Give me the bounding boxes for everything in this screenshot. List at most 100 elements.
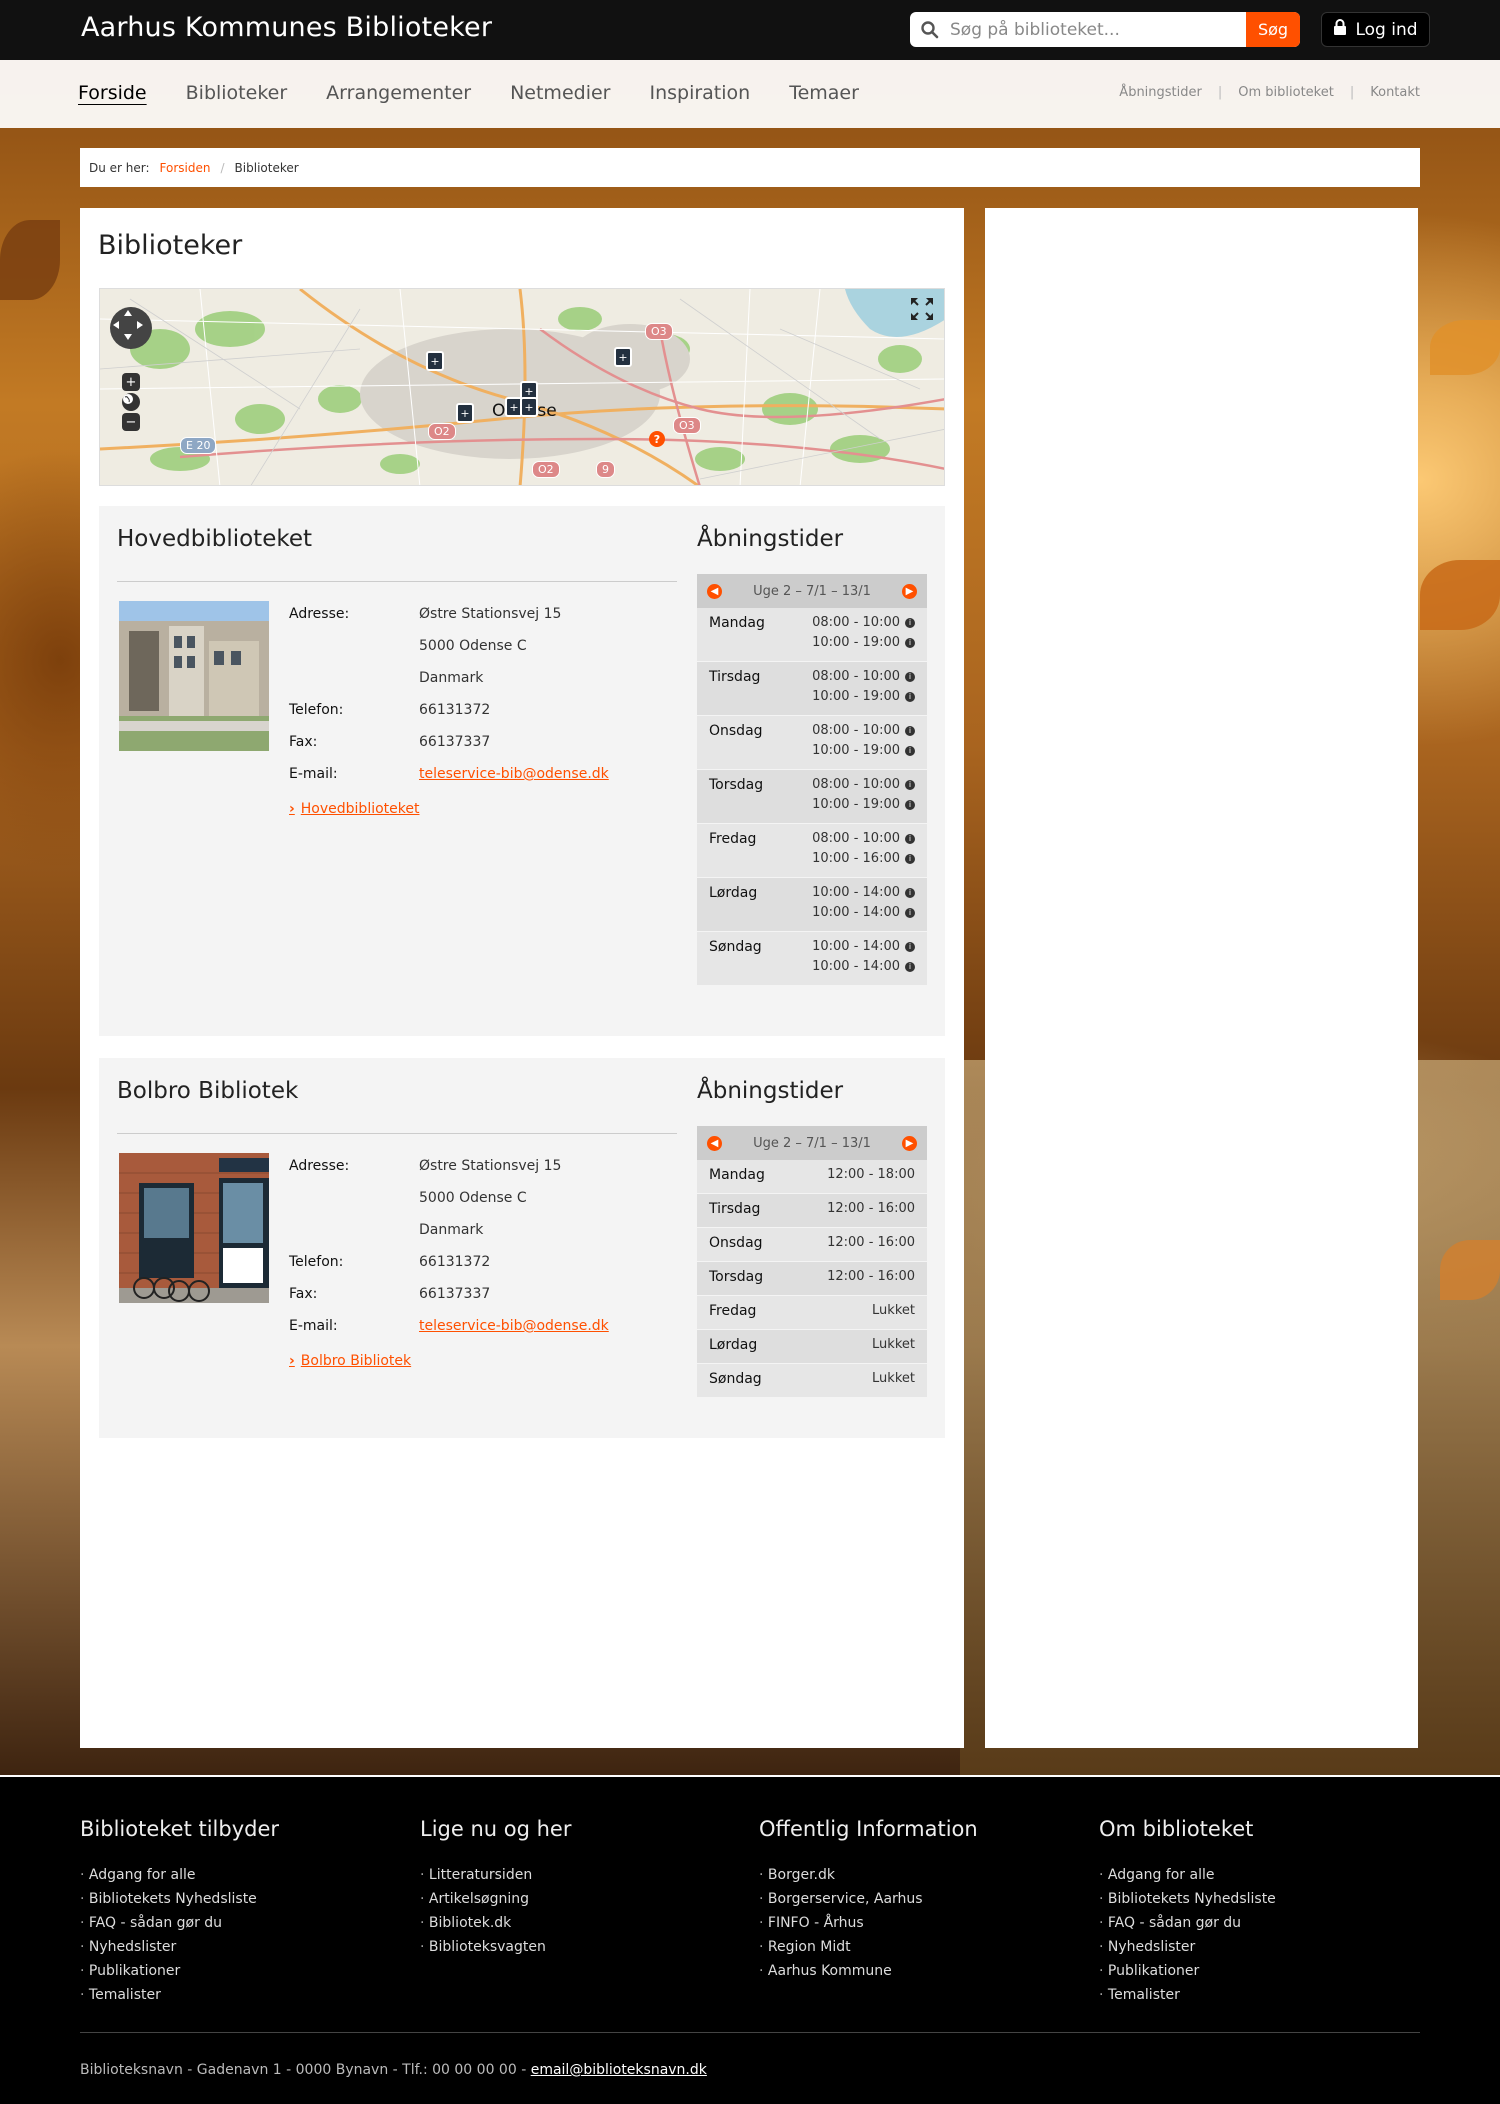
info-icon[interactable]: i (905, 799, 915, 810)
next-week-arrow-icon[interactable]: ▶ (902, 1135, 917, 1151)
footer-link[interactable]: Temalister (1099, 1983, 1276, 2007)
footer-column-title: Lige nu og her (420, 1817, 572, 1841)
hours-row: Onsdag 08:00 - 10:00 i 10:00 - 19:00 i (697, 716, 927, 770)
day-name: Mandag (709, 615, 765, 631)
library-detail-link[interactable]: › Hovedbiblioteket (289, 801, 419, 817)
footer-link[interactable]: Bibliotekets Nyhedsliste (1099, 1887, 1276, 1911)
info-icon[interactable]: i (905, 779, 915, 790)
opening-time: 08:00 - 10:00 i 10:00 - 16:00 i (812, 829, 915, 869)
footer-link[interactable]: Publikationer (80, 1959, 279, 1983)
footer-link[interactable]: Artikelsøgning (420, 1887, 571, 1911)
search-button[interactable]: Søg (1246, 12, 1300, 47)
map-pin-icon[interactable]: + (456, 403, 474, 423)
address-line1: Østre Stationsvej 15 (419, 606, 562, 622)
day-name: Onsdag (709, 723, 763, 739)
top-bar: Aarhus Kommunes Biblioteker Søg Log ind (0, 0, 1500, 60)
opening-time: 10:00 - 14:00 i 10:00 - 14:00 i (812, 937, 915, 977)
opening-time: 12:00 - 16:00 (827, 1235, 915, 1250)
time-slot: 08:00 - 10:00 i (812, 775, 915, 795)
footer-link[interactable]: Publikationer (1099, 1959, 1276, 1983)
library-map[interactable]: + − E 20 O2 O2 O3 O3 9 Odense + + + + + … (99, 288, 945, 486)
footer-link[interactable]: Biblioteksvagten (420, 1935, 571, 1959)
library-photo (119, 601, 269, 751)
footer-link[interactable]: FAQ - sådan gør du (80, 1911, 279, 1935)
footer-link[interactable]: FAQ - sådan gør du (1099, 1911, 1276, 1935)
phone-value: 66131372 (419, 1254, 491, 1270)
info-icon[interactable]: i (905, 691, 915, 702)
map-zoom-out-button[interactable]: − (122, 413, 140, 431)
util-link-kontakt[interactable]: Kontakt (1370, 85, 1420, 100)
map-pin-icon[interactable]: + (426, 351, 444, 371)
map-pan-control[interactable] (110, 307, 152, 349)
info-icon[interactable]: i (905, 637, 915, 648)
map-pin-icon[interactable]: + (520, 397, 538, 417)
address-country: Danmark (419, 670, 484, 686)
prev-week-arrow-icon[interactable]: ◀ (707, 583, 722, 599)
map-pin-icon[interactable]: + (614, 347, 632, 367)
site-title[interactable]: Aarhus Kommunes Biblioteker (81, 12, 492, 43)
nav-item-arrangementer[interactable]: Arrangementer (326, 82, 471, 104)
footer-link[interactable]: Temalister (80, 1983, 279, 2007)
email-link[interactable]: teleservice-bib@odense.dk (419, 1310, 609, 1342)
globe-icon[interactable] (122, 393, 140, 411)
info-icon[interactable]: i (905, 833, 915, 844)
login-button[interactable]: Log ind (1321, 12, 1430, 47)
info-icon[interactable]: i (905, 617, 915, 628)
lock-icon (1333, 19, 1347, 40)
day-name: Lørdag (709, 1337, 758, 1353)
time-slot: 10:00 - 19:00 i (812, 633, 915, 653)
email-link[interactable]: teleservice-bib@odense.dk (419, 758, 609, 790)
opening-time: Lukket (872, 1337, 915, 1352)
footer-link[interactable]: Region Midt (759, 1935, 978, 1959)
footer-link[interactable]: Aarhus Kommune (759, 1959, 978, 1983)
footer-link[interactable]: Nyhedslister (1099, 1935, 1276, 1959)
util-link-aabningstider[interactable]: Åbningstider (1119, 85, 1202, 100)
footer-link[interactable]: Bibliotek.dk (420, 1911, 571, 1935)
divider: | (1349, 85, 1355, 100)
footer-link[interactable]: Borger.dk (759, 1863, 978, 1887)
footer-email-link[interactable]: email@biblioteksnavn.dk (531, 2062, 707, 2078)
info-icon[interactable]: i (905, 745, 915, 756)
map-zoom-in-button[interactable]: + (122, 373, 140, 391)
util-link-om-biblioteket[interactable]: Om biblioteket (1238, 85, 1334, 100)
library-detail-link-label: Hovedbiblioteket (300, 801, 420, 817)
info-icon[interactable]: i (905, 961, 915, 972)
nav-item-inspiration[interactable]: Inspiration (649, 82, 750, 104)
footer-link[interactable]: Litteratursiden (420, 1863, 571, 1887)
fax-label: Fax: (289, 734, 318, 750)
library-name[interactable]: Bolbro Bibliotek (117, 1078, 298, 1104)
email-label: E-mail: (289, 766, 338, 782)
footer-link[interactable]: Borgerservice, Aarhus (759, 1887, 978, 1911)
library-detail-link[interactable]: › Bolbro Bibliotek (289, 1353, 411, 1369)
fax-label: Fax: (289, 1286, 318, 1302)
info-icon[interactable]: i (905, 941, 915, 952)
info-icon[interactable]: i (905, 907, 915, 918)
footer-link[interactable]: Bibliotekets Nyhedsliste (80, 1887, 279, 1911)
footer-link[interactable]: Nyhedslister (80, 1935, 279, 1959)
nav-item-forside[interactable]: Forside (78, 82, 147, 104)
prev-week-arrow-icon[interactable]: ◀ (707, 1135, 722, 1151)
footer-link[interactable]: Adgang for alle (1099, 1863, 1276, 1887)
nav-item-temaer[interactable]: Temaer (789, 82, 859, 104)
divider (117, 1133, 677, 1134)
info-icon[interactable]: i (905, 853, 915, 864)
time-slot: 10:00 - 14:00 i (812, 937, 915, 957)
next-week-arrow-icon[interactable]: ▶ (902, 583, 917, 599)
day-name: Lørdag (709, 885, 758, 901)
info-icon[interactable]: i (905, 887, 915, 898)
breadcrumb-home-link[interactable]: Forsiden (160, 161, 211, 175)
library-name[interactable]: Hovedbiblioteket (117, 526, 312, 552)
map-marker-unknown-icon[interactable]: ? (649, 431, 665, 447)
chevron-right-icon: › (289, 801, 295, 817)
search-input[interactable] (950, 13, 1246, 46)
nav-item-biblioteker[interactable]: Biblioteker (186, 82, 288, 104)
footer-link[interactable]: Adgang for alle (80, 1863, 279, 1887)
footer-contact: Biblioteksnavn - Gadenavn 1 - 0000 Bynav… (80, 2062, 707, 2078)
footer-link[interactable]: FINFO - Århus (759, 1911, 978, 1935)
info-icon[interactable]: i (905, 725, 915, 736)
chevron-right-icon: › (289, 1353, 295, 1369)
nav-item-netmedier[interactable]: Netmedier (510, 82, 610, 104)
info-icon[interactable]: i (905, 671, 915, 682)
road-badge-e20: E 20 (180, 437, 217, 454)
breadcrumb-separator: / (220, 160, 225, 175)
